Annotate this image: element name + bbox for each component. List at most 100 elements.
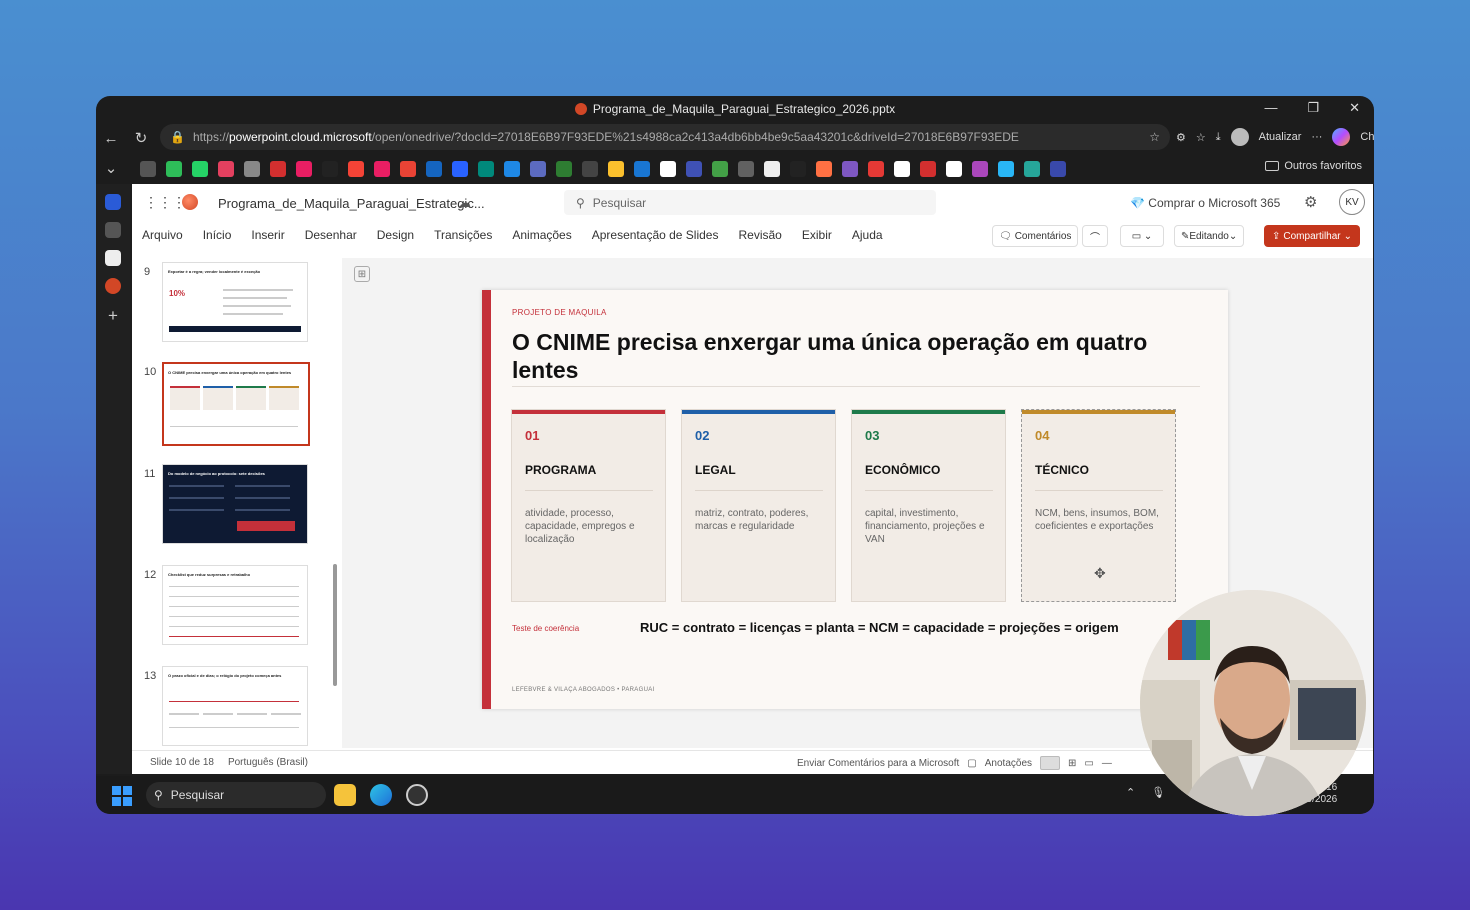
taskbar-search[interactable]: ⚲ Pesquisar bbox=[146, 782, 326, 808]
file-explorer-icon[interactable] bbox=[334, 784, 356, 806]
extensions-icon[interactable]: ⚙ bbox=[1176, 131, 1186, 144]
current-slide[interactable]: PROJETO DE MAQUILA O CNIME precisa enxer… bbox=[482, 290, 1228, 709]
favorite-bookmark-icon[interactable] bbox=[556, 161, 572, 177]
user-avatar[interactable]: KV bbox=[1339, 189, 1365, 215]
ribbon-tab-design[interactable]: Design bbox=[377, 228, 414, 242]
buy-microsoft-365-button[interactable]: 💎 Comprar o Microsoft 365 bbox=[1130, 196, 1280, 210]
update-button[interactable]: Atualizar bbox=[1259, 131, 1302, 143]
sidebar-powerpoint-icon[interactable] bbox=[105, 278, 121, 294]
favorite-bookmark-icon[interactable] bbox=[582, 161, 598, 177]
more-icon[interactable]: ··· bbox=[1311, 131, 1322, 143]
sidebar-app-icon[interactable] bbox=[105, 250, 121, 266]
share-button[interactable]: ⇪ Compartilhar ⌄ bbox=[1264, 225, 1361, 247]
favorite-bookmark-icon[interactable] bbox=[660, 161, 676, 177]
favorite-bookmark-icon[interactable] bbox=[946, 161, 962, 177]
present-button[interactable]: ▭ ⌄ bbox=[1120, 225, 1164, 247]
chat-button[interactable]: Chat bbox=[1360, 131, 1374, 143]
normal-view-button[interactable] bbox=[1040, 756, 1061, 770]
favorite-bookmark-icon[interactable] bbox=[166, 161, 182, 177]
favorite-star-icon[interactable]: ☆ bbox=[1149, 130, 1160, 144]
obs-icon[interactable] bbox=[406, 784, 428, 806]
favorite-bookmark-icon[interactable] bbox=[322, 161, 338, 177]
chevron-down-icon[interactable]: ⌄ bbox=[96, 159, 126, 177]
ribbon-tab-arquivo[interactable]: Arquivo bbox=[142, 228, 183, 242]
lens-card-legal[interactable]: 02 LEGAL matriz, contrato, poderes, marc… bbox=[681, 409, 836, 602]
maximize-icon[interactable]: ❐ bbox=[1307, 100, 1319, 116]
favorite-bookmark-icon[interactable] bbox=[374, 161, 390, 177]
slide-thumbnail-13[interactable]: O prazo oficial e de dias; o relógio do … bbox=[162, 666, 308, 746]
ribbon-tab-desenhar[interactable]: Desenhar bbox=[305, 228, 357, 242]
favorite-bookmark-icon[interactable] bbox=[400, 161, 416, 177]
favorite-bookmark-icon[interactable] bbox=[348, 161, 364, 177]
favorite-bookmark-icon[interactable] bbox=[920, 161, 936, 177]
search-input[interactable]: ⚲ Pesquisar bbox=[564, 190, 936, 215]
slide-thumbnail-10[interactable]: O CNIME precisa enxergar uma única opera… bbox=[162, 362, 310, 446]
favorite-bookmark-icon[interactable] bbox=[530, 161, 546, 177]
copilot-icon[interactable] bbox=[1332, 128, 1351, 146]
favorite-bookmark-icon[interactable] bbox=[712, 161, 728, 177]
favorite-bookmark-icon[interactable] bbox=[504, 161, 520, 177]
ribbon-tab-apresentação-de-slides[interactable]: Apresentação de Slides bbox=[592, 228, 719, 242]
feedback-link[interactable]: Enviar Comentários para a Microsoft bbox=[797, 758, 959, 769]
favorite-bookmark-icon[interactable] bbox=[1024, 161, 1040, 177]
favorite-bookmark-icon[interactable] bbox=[842, 161, 858, 177]
other-favorites[interactable]: Outros favoritos bbox=[1265, 160, 1362, 172]
favorite-bookmark-icon[interactable] bbox=[608, 161, 624, 177]
slide-sorter-icon[interactable]: ⊞ bbox=[1068, 758, 1076, 769]
downloads-icon[interactable]: ⤓ bbox=[1216, 131, 1221, 144]
move-handle-icon[interactable]: ✥ bbox=[1094, 565, 1106, 582]
favorite-bookmark-icon[interactable] bbox=[452, 161, 468, 177]
favorite-bookmark-icon[interactable] bbox=[790, 161, 806, 177]
address-bar[interactable]: 🔒 https://powerpoint.cloud.microsoft/ope… bbox=[160, 124, 1170, 150]
ribbon-tab-revisão[interactable]: Revisão bbox=[738, 228, 781, 242]
ribbon-tab-transições[interactable]: Transições bbox=[434, 228, 492, 242]
notes-button[interactable]: Anotações bbox=[985, 758, 1032, 769]
edge-icon[interactable] bbox=[370, 784, 392, 806]
close-icon[interactable]: ✕ bbox=[1349, 100, 1360, 116]
profile-avatar[interactable] bbox=[1230, 128, 1249, 146]
tray-chevron-icon[interactable]: ⌃ bbox=[1126, 786, 1135, 799]
app-launcher-icon[interactable]: ⋮⋮⋮ bbox=[144, 195, 186, 209]
microphone-icon[interactable]: 🎙 bbox=[1151, 786, 1165, 799]
document-name[interactable]: Programa_de_Maquila_Paraguai_Estrategic.… bbox=[218, 196, 485, 211]
ribbon-tab-exibir[interactable]: Exibir bbox=[802, 228, 832, 242]
minimize-icon[interactable]: — bbox=[1264, 100, 1277, 116]
slide-thumbnail-9[interactable]: Exportar é a regra; vender localmente é … bbox=[162, 262, 308, 342]
lens-card-tecnico[interactable]: 04 TÉCNICO NCM, bens, insumos, BOM, coef… bbox=[1021, 409, 1176, 602]
back-icon[interactable]: ← bbox=[96, 130, 126, 147]
language-indicator[interactable]: Português (Brasil) bbox=[228, 757, 308, 768]
thumbnails-scrollbar[interactable] bbox=[333, 564, 337, 686]
favorite-bookmark-icon[interactable] bbox=[140, 161, 156, 177]
favorite-bookmark-icon[interactable] bbox=[868, 161, 884, 177]
slide-title[interactable]: O CNIME precisa enxergar uma única opera… bbox=[512, 328, 1202, 384]
favorite-bookmark-icon[interactable] bbox=[244, 161, 260, 177]
zoom-out-icon[interactable]: — bbox=[1102, 758, 1112, 769]
ribbon-tab-inserir[interactable]: Inserir bbox=[251, 228, 284, 242]
slide-thumbnail-12[interactable]: Checklist que reduz surpresas e retrabal… bbox=[162, 565, 308, 645]
favorite-bookmark-icon[interactable] bbox=[1050, 161, 1066, 177]
favorite-bookmark-icon[interactable] bbox=[296, 161, 312, 177]
favorite-bookmark-icon[interactable] bbox=[270, 161, 286, 177]
favorite-bookmark-icon[interactable] bbox=[634, 161, 650, 177]
sidebar-app-icon[interactable] bbox=[105, 222, 121, 238]
favorite-bookmark-icon[interactable] bbox=[686, 161, 702, 177]
reading-view-icon[interactable]: ▭ bbox=[1084, 758, 1093, 769]
favorite-bookmark-icon[interactable] bbox=[218, 161, 234, 177]
slide-thumbnail-11[interactable]: Do modelo de negócio ao protocolo: sete … bbox=[162, 464, 308, 544]
settings-gear-icon[interactable]: ⚙ bbox=[1304, 193, 1317, 211]
favorite-bookmark-icon[interactable] bbox=[426, 161, 442, 177]
favorite-bookmark-icon[interactable] bbox=[998, 161, 1014, 177]
favorite-bookmark-icon[interactable] bbox=[764, 161, 780, 177]
refresh-icon[interactable]: ↻ bbox=[126, 129, 156, 147]
favorite-bookmark-icon[interactable] bbox=[738, 161, 754, 177]
editing-mode-button[interactable]: ✎ Editando ⌄ bbox=[1174, 225, 1245, 247]
favorite-bookmark-icon[interactable] bbox=[478, 161, 494, 177]
favorite-bookmark-icon[interactable] bbox=[894, 161, 910, 177]
lens-card-programa[interactable]: 01 PROGRAMA atividade, processo, capacid… bbox=[511, 409, 666, 602]
lens-card-economico[interactable]: 03 ECONÔMICO capital, investimento, fina… bbox=[851, 409, 1006, 602]
ribbon-tab-animações[interactable]: Animações bbox=[512, 228, 571, 242]
cloud-sync-icon[interactable]: ☁ bbox=[458, 195, 471, 211]
ribbon-tab-ajuda[interactable]: Ajuda bbox=[852, 228, 883, 242]
favorite-bookmark-icon[interactable] bbox=[972, 161, 988, 177]
new-slide-icon[interactable]: ⊞ bbox=[354, 266, 370, 282]
